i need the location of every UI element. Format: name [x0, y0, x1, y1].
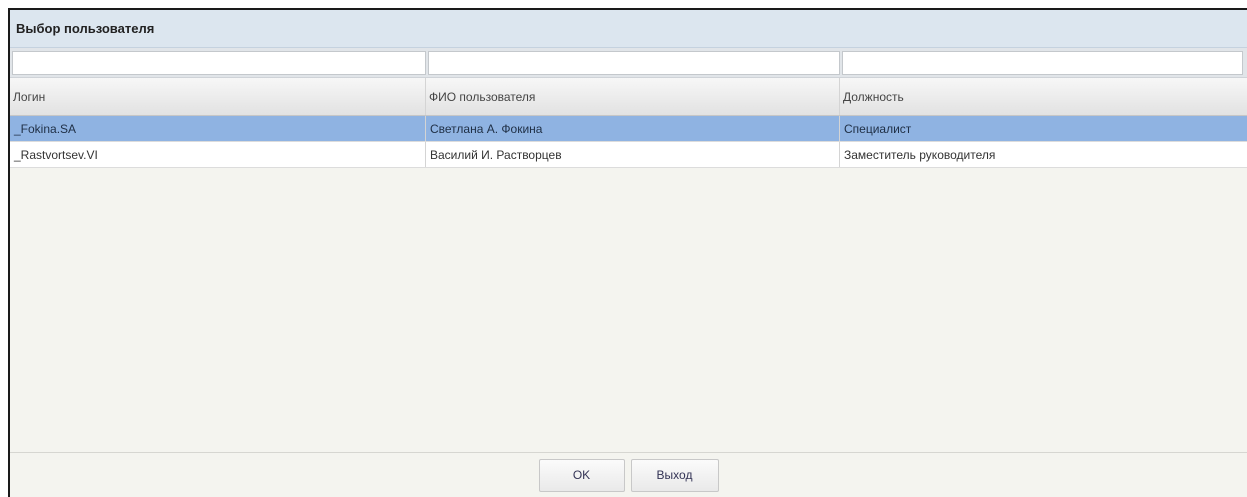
login-filter-input[interactable]	[12, 50, 426, 75]
filter-cell-login	[12, 50, 428, 75]
cell-fio: Василий И. Растворцев	[426, 142, 840, 167]
grid-empty-area	[10, 168, 1247, 450]
cell-position: Специалист	[844, 121, 912, 136]
column-header-position[interactable]: Должность	[840, 78, 1247, 115]
exit-button[interactable]: Выход	[630, 458, 719, 492]
column-header-login[interactable]: Логин	[10, 78, 426, 115]
fio-filter-input[interactable]	[428, 50, 840, 75]
cell-fio: Светлана А. Фокина	[426, 116, 840, 141]
cell-login: _Rastvortsev.VI	[10, 142, 426, 167]
position-filter-input[interactable]	[842, 50, 1243, 75]
filter-row	[10, 48, 1247, 78]
column-header-fio[interactable]: ФИО пользователя	[426, 78, 840, 115]
ok-button[interactable]: OK	[538, 458, 625, 492]
cell-position: Заместитель руководителя	[844, 147, 996, 162]
filter-cell-fio	[428, 50, 842, 75]
table-row[interactable]: _Rastvortsev.VI Василий И. Растворцев За…	[10, 142, 1247, 168]
dialog-footer: OK Выход	[10, 452, 1247, 497]
user-selection-dialog: Выбор пользователя Логин ФИО пользовател…	[8, 8, 1247, 497]
dialog-title: Выбор пользователя	[16, 21, 155, 36]
grid-header: Логин ФИО пользователя Должность	[10, 78, 1247, 116]
cell-login: _Fokina.SA	[10, 116, 426, 141]
filter-cell-position	[842, 50, 1245, 75]
table-row[interactable]: _Fokina.SA Светлана А. Фокина Специалист	[10, 116, 1247, 142]
dialog-titlebar: Выбор пользователя	[10, 10, 1247, 48]
